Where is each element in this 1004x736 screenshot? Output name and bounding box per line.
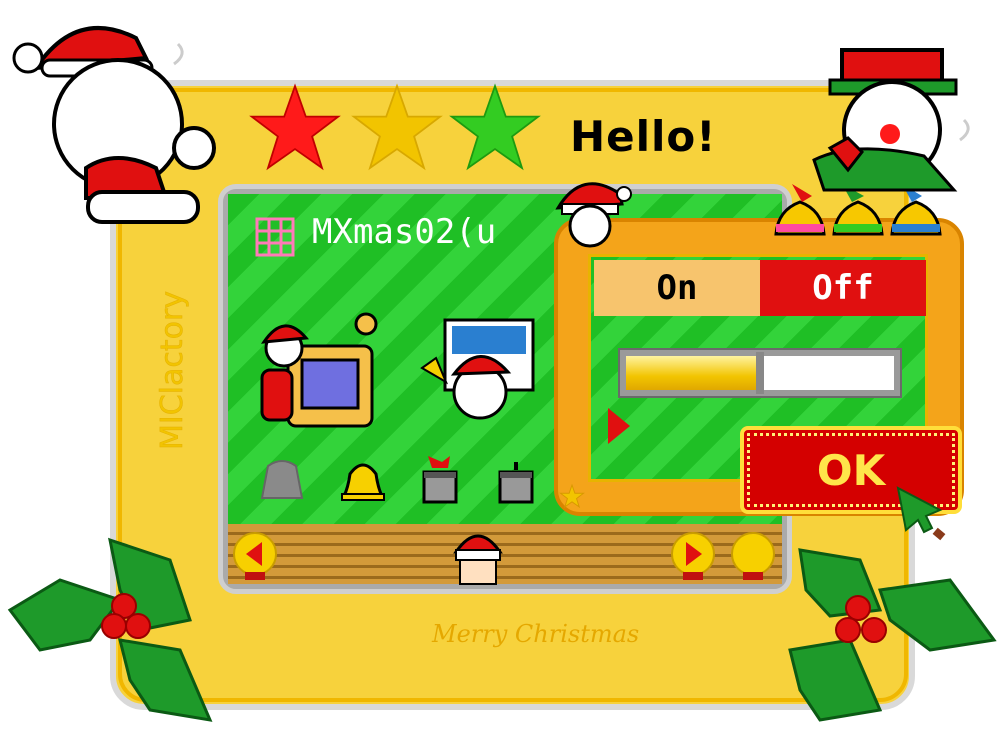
holly-left-decoration — [7, 537, 213, 722]
toggle-on-button[interactable]: On — [594, 260, 760, 316]
toggle-off-button[interactable]: Off — [760, 260, 926, 316]
play-triangle-icon[interactable] — [606, 406, 632, 446]
santa-mac-icon[interactable] — [254, 312, 378, 432]
side-label-text: MIClactory — [155, 291, 190, 450]
red-star-icon — [249, 83, 341, 171]
yellow-star-icon — [351, 83, 443, 171]
santa-window-icon[interactable] — [420, 318, 535, 422]
slider-fill — [626, 356, 760, 390]
dock-left-arrow-button[interactable] — [232, 532, 278, 582]
snowman-character — [812, 48, 970, 192]
small-star-icon — [559, 483, 585, 509]
popup-santa-icon — [555, 182, 632, 248]
santa-dock-icon[interactable] — [450, 526, 506, 585]
grid-icon[interactable] — [255, 217, 295, 257]
holly-right-decoration — [788, 548, 997, 722]
slider-handle[interactable] — [756, 352, 764, 394]
trash-can-icon[interactable] — [498, 462, 534, 504]
side-label: MIClactory — [155, 291, 191, 451]
trash-icon[interactable] — [258, 460, 306, 500]
santa-character — [12, 26, 216, 224]
bottom-signature: Merry Christmas — [431, 620, 639, 648]
window-title: Hello! — [570, 112, 717, 161]
dock-right-arrow-button[interactable] — [670, 532, 716, 582]
gift-box-icon[interactable] — [420, 454, 460, 504]
signature-text: Merry Christmas — [431, 620, 639, 648]
desktop-window-title: MXmas02(u — [312, 212, 497, 252]
green-star-icon — [449, 83, 541, 171]
bell-icon[interactable] — [340, 458, 386, 502]
